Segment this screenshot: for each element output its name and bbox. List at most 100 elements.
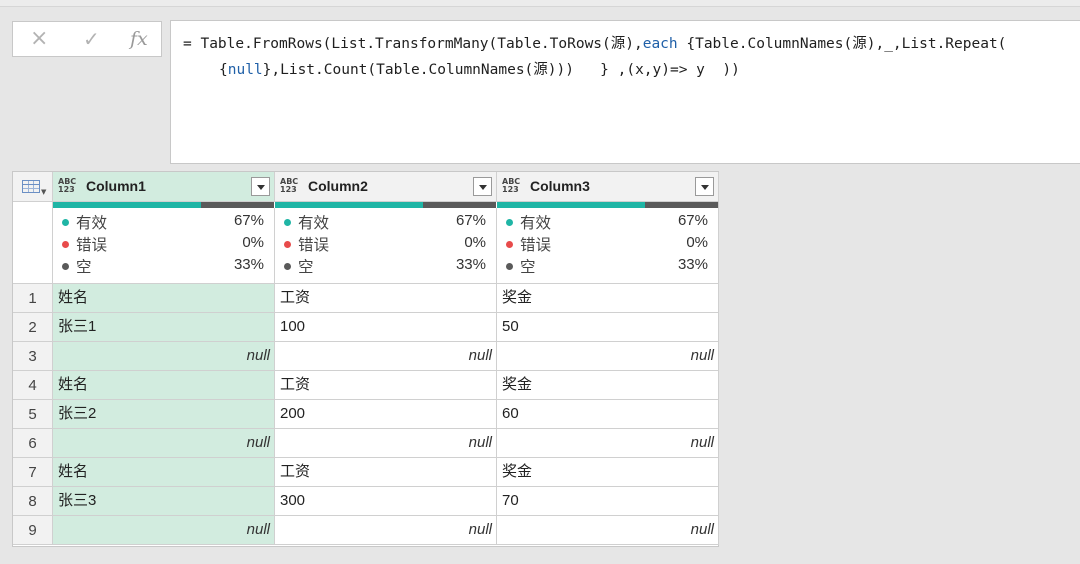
top-strip bbox=[0, 0, 1080, 7]
row-number[interactable]: 7 bbox=[13, 458, 53, 487]
table-cell[interactable]: 姓名 bbox=[53, 458, 275, 487]
table-cell[interactable]: 工资 bbox=[275, 284, 497, 313]
profile-percent: 33% bbox=[233, 256, 264, 273]
row-number[interactable]: 3 bbox=[13, 342, 53, 371]
column-header[interactable]: ABC 123 Column3 bbox=[497, 172, 719, 202]
table-cell[interactable]: 姓名 bbox=[53, 371, 275, 400]
table-cell[interactable]: 奖金 bbox=[497, 458, 719, 487]
table-cell[interactable]: null bbox=[497, 342, 719, 371]
empty-dot-icon bbox=[506, 263, 513, 270]
row-number[interactable]: 9 bbox=[13, 516, 53, 545]
table-cell[interactable]: 奖金 bbox=[497, 284, 719, 313]
table-cell[interactable]: 张三1 bbox=[53, 313, 275, 342]
table-cell[interactable]: 300 bbox=[275, 487, 497, 516]
valid-dot-icon bbox=[62, 219, 69, 226]
profile-percent: 0% bbox=[242, 234, 264, 251]
formula-keyword: each bbox=[642, 36, 678, 52]
profile-label: 空 bbox=[298, 258, 314, 276]
table-cell[interactable]: 60 bbox=[497, 400, 719, 429]
profile-percent: 0% bbox=[686, 234, 708, 251]
data-grid: ▼ ABC 123 Column1 有效 67% 错误 0% 空 33% ABC 123 Column… bbox=[12, 171, 719, 547]
table-cell[interactable]: 工资 bbox=[275, 458, 497, 487]
table-cell[interactable]: null bbox=[53, 342, 275, 371]
formula-text: = Table.FromRows(List.TransformMany(Tabl… bbox=[183, 36, 643, 52]
table-cell[interactable]: null bbox=[53, 429, 275, 458]
row-number[interactable]: 6 bbox=[13, 429, 53, 458]
cancel-icon[interactable]: × bbox=[30, 26, 48, 52]
table-cell[interactable]: null bbox=[497, 429, 719, 458]
row-number[interactable]: 8 bbox=[13, 487, 53, 516]
column-name: Column3 bbox=[530, 178, 590, 194]
table-cell[interactable]: null bbox=[497, 516, 719, 545]
profile-row-valid: 有效 67% bbox=[284, 211, 486, 233]
column-profile: 有效 67% 错误 0% 空 33% bbox=[53, 208, 275, 284]
formula-line-1: = Table.FromRows(List.TransformMany(Tabl… bbox=[183, 32, 1006, 53]
table-cell[interactable]: 张三2 bbox=[53, 400, 275, 429]
type-abc123-icon[interactable]: ABC 123 bbox=[502, 178, 520, 194]
profile-label: 有效 bbox=[76, 214, 108, 232]
table-icon bbox=[22, 180, 40, 193]
profile-label: 错误 bbox=[298, 236, 330, 254]
row-number[interactable]: 4 bbox=[13, 371, 53, 400]
column-filter-dropdown[interactable] bbox=[695, 177, 714, 196]
table-cell[interactable]: 70 bbox=[497, 487, 719, 516]
profile-percent: 67% bbox=[677, 212, 708, 229]
error-dot-icon bbox=[284, 241, 291, 248]
profile-percent: 67% bbox=[455, 212, 486, 229]
table-cell[interactable]: null bbox=[275, 516, 497, 545]
profile-percent: 67% bbox=[233, 212, 264, 229]
table-cell[interactable]: 200 bbox=[275, 400, 497, 429]
profile-label: 错误 bbox=[520, 236, 552, 254]
type-abc123-icon[interactable]: ABC 123 bbox=[280, 178, 298, 194]
column-profile: 有效 67% 错误 0% 空 33% bbox=[497, 208, 719, 284]
profile-label: 有效 bbox=[520, 214, 552, 232]
profile-row-valid: 有效 67% bbox=[506, 211, 708, 233]
table-cell[interactable]: 100 bbox=[275, 313, 497, 342]
valid-dot-icon bbox=[506, 219, 513, 226]
column-header[interactable]: ABC 123 Column2 bbox=[275, 172, 497, 202]
commit-icon[interactable]: ✓ bbox=[83, 26, 100, 52]
type-abc123-icon[interactable]: ABC 123 bbox=[58, 178, 76, 194]
column-name: Column2 bbox=[308, 178, 368, 194]
table-cell[interactable]: 50 bbox=[497, 313, 719, 342]
column-name: Column1 bbox=[86, 178, 146, 194]
profile-row-error: 错误 0% bbox=[62, 233, 264, 255]
table-cell[interactable]: 张三3 bbox=[53, 487, 275, 516]
column-header[interactable]: ABC 123 Column1 bbox=[53, 172, 275, 202]
formula-text: {Table.ColumnNames(源),_,List.Repeat( bbox=[677, 36, 1007, 52]
row-number[interactable]: 5 bbox=[13, 400, 53, 429]
profile-label: 空 bbox=[520, 258, 536, 276]
profile-row-empty: 空 33% bbox=[62, 255, 264, 277]
profile-row-empty: 空 33% bbox=[506, 255, 708, 277]
table-cell[interactable]: 奖金 bbox=[497, 371, 719, 400]
table-cell[interactable]: null bbox=[275, 429, 497, 458]
profile-label: 有效 bbox=[298, 214, 330, 232]
type-label-bottom: 123 bbox=[280, 185, 297, 194]
profile-label: 空 bbox=[76, 258, 92, 276]
row-number[interactable]: 2 bbox=[13, 313, 53, 342]
column-filter-dropdown[interactable] bbox=[473, 177, 492, 196]
formula-bar-controls: × ✓ fx bbox=[12, 21, 162, 57]
table-cell[interactable]: 姓名 bbox=[53, 284, 275, 313]
row-number[interactable]: 1 bbox=[13, 284, 53, 313]
column-filter-dropdown[interactable] bbox=[251, 177, 270, 196]
profile-row-error: 错误 0% bbox=[506, 233, 708, 255]
error-dot-icon bbox=[62, 241, 69, 248]
table-cell[interactable]: null bbox=[275, 342, 497, 371]
formula-line-2: {null},List.Count(Table.ColumnNames(源)))… bbox=[219, 58, 740, 79]
table-cell[interactable]: null bbox=[53, 516, 275, 545]
empty-dot-icon bbox=[284, 263, 291, 270]
fx-icon[interactable]: fx bbox=[130, 26, 148, 52]
formula-keyword: null bbox=[227, 62, 263, 78]
table-cell[interactable]: 工资 bbox=[275, 371, 497, 400]
profile-label: 错误 bbox=[76, 236, 108, 254]
valid-dot-icon bbox=[284, 219, 291, 226]
profile-percent: 0% bbox=[464, 234, 486, 251]
table-menu-button[interactable]: ▼ bbox=[13, 172, 53, 202]
error-dot-icon bbox=[506, 241, 513, 248]
profile-row-empty: 空 33% bbox=[284, 255, 486, 277]
type-label-bottom: 123 bbox=[502, 185, 519, 194]
column-profile: 有效 67% 错误 0% 空 33% bbox=[275, 208, 497, 284]
empty-dot-icon bbox=[62, 263, 69, 270]
formula-input[interactable]: = Table.FromRows(List.TransformMany(Tabl… bbox=[170, 20, 1080, 164]
